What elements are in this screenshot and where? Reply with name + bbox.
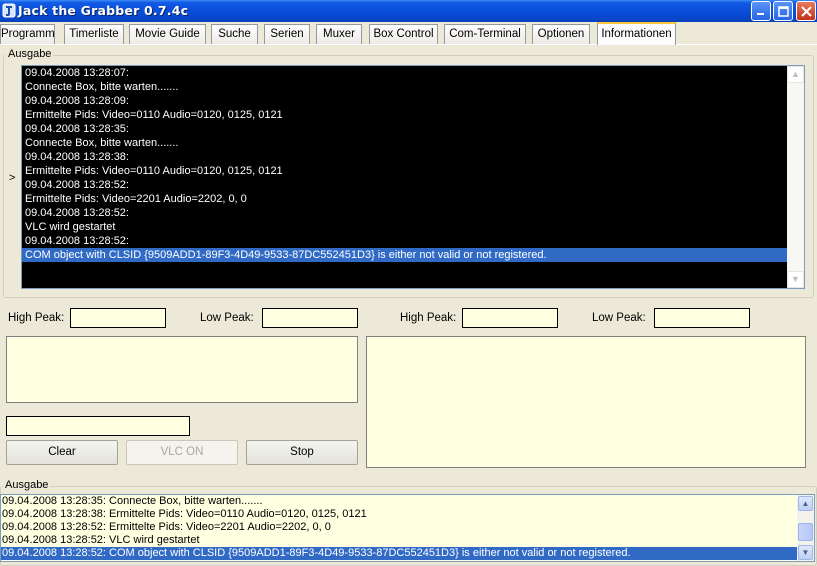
console-line: Connecte Box, bitte warten....... [25, 81, 179, 93]
tab-informationen[interactable]: Informationen [597, 22, 676, 45]
right-low-peak-field[interactable] [654, 308, 750, 328]
left-high-peak-label: High Peak: [8, 312, 65, 324]
log-line-selected[interactable]: 09.04.2008 13:28:52: COM object with CLS… [1, 547, 797, 560]
clear-button[interactable]: Clear [6, 440, 118, 465]
console-line: 09.04.2008 13:28:52: [25, 179, 129, 191]
console-line-selected[interactable]: COM object with CLSID {9509ADD1-89F3-4D4… [22, 248, 787, 262]
close-button[interactable] [796, 1, 816, 21]
close-icon [801, 6, 812, 17]
log-list[interactable]: 09.04.2008 13:28:35: Connecte Box, bitte… [0, 494, 815, 562]
title-bar: Jack the Grabber 0.7.4c [0, 0, 817, 22]
left-level-display [6, 336, 358, 403]
console-line: Connecte Box, bitte warten....... [25, 137, 179, 149]
arrow-down-icon[interactable]: ▼ [798, 545, 813, 560]
tab-movie-guide[interactable]: Movie Guide [129, 24, 206, 44]
console-line: 09.04.2008 13:28:09: [25, 95, 129, 107]
maximize-button[interactable] [773, 1, 793, 21]
console-line: Ermittelte Pids: Video=0110 Audio=0120, … [25, 109, 283, 121]
left-high-peak-field[interactable] [70, 308, 166, 328]
log-group-label: Ausgabe [3, 479, 51, 491]
output-group-label: Ausgabe [6, 48, 54, 60]
console-line: Ermittelte Pids: Video=0110 Audio=0120, … [25, 165, 283, 177]
window-title: Jack the Grabber 0.7.4c [18, 3, 189, 18]
console-line: 09.04.2008 13:28:07: [25, 67, 129, 79]
tab-serien[interactable]: Serien [264, 24, 310, 44]
right-high-peak-label: High Peak: [400, 312, 457, 324]
log-line: 09.04.2008 13:28:52: Ermittelte Pids: Vi… [2, 521, 331, 533]
tab-timerliste[interactable]: Timerliste [64, 24, 124, 44]
console-line: 09.04.2008 13:28:35: [25, 123, 129, 135]
console-line: Ermittelte Pids: Video=2201 Audio=2202, … [25, 193, 247, 205]
tab-programm[interactable]: Programm [0, 24, 55, 44]
vlc-on-button[interactable]: VLC ON [126, 440, 238, 465]
log-line: 09.04.2008 13:28:35: Connecte Box, bitte… [2, 495, 263, 507]
log-line: 09.04.2008 13:28:52: VLC wird gestartet [2, 534, 200, 546]
console-line: 09.04.2008 13:28:52: [25, 207, 129, 219]
right-high-peak-field[interactable] [462, 308, 558, 328]
arrow-up-icon[interactable]: ▲ [798, 496, 813, 511]
console-line: VLC wird gestartet [25, 221, 116, 233]
right-level-display [366, 336, 806, 468]
tab-muxer[interactable]: Muxer [316, 24, 362, 44]
minimize-button[interactable] [751, 1, 771, 21]
command-input[interactable] [6, 416, 190, 436]
log-scrollbar[interactable]: ▲ ▼ [797, 495, 814, 561]
left-low-peak-label: Low Peak: [200, 312, 254, 324]
stop-button[interactable]: Stop [246, 440, 358, 465]
tab-box-control[interactable]: Box Control [369, 24, 438, 44]
arrow-down-icon[interactable]: ▼ [787, 271, 804, 288]
minimize-icon [757, 13, 764, 15]
output-console[interactable]: 09.04.2008 13:28:07: Connecte Box, bitte… [21, 65, 805, 289]
tab-com-terminal[interactable]: Com-Terminal [444, 24, 526, 44]
log-line: 09.04.2008 13:28:38: Ermittelte Pids: Vi… [2, 508, 367, 520]
tab-suche[interactable]: Suche [211, 24, 258, 44]
scroll-thumb[interactable] [798, 523, 813, 541]
console-line: 09.04.2008 13:28:38: [25, 151, 129, 163]
console-scrollbar[interactable]: ▲ ▼ [787, 66, 804, 288]
console-line: 09.04.2008 13:28:52: [25, 235, 129, 247]
tab-optionen[interactable]: Optionen [532, 24, 590, 44]
left-low-peak-field[interactable] [262, 308, 358, 328]
jack-app-icon [2, 3, 16, 18]
right-low-peak-label: Low Peak: [592, 312, 646, 324]
maximize-icon [778, 6, 789, 17]
tab-divider [0, 44, 817, 45]
current-line-marker: > [9, 172, 16, 184]
arrow-up-icon[interactable]: ▲ [787, 66, 804, 83]
